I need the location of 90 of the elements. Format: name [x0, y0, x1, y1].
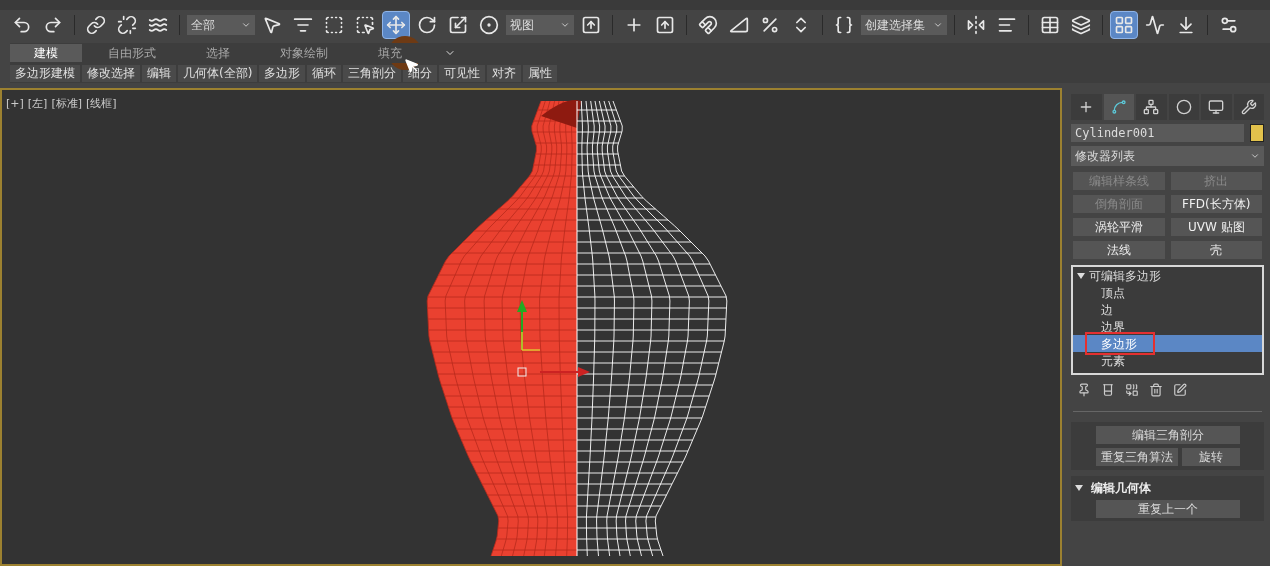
dropdown[interactable]: 创建选择集 — [861, 15, 947, 35]
ribbon-panel-button[interactable]: 三角剖分 — [343, 64, 402, 82]
modifier-list-dropdown[interactable]: 修改器列表 — [1071, 146, 1264, 166]
modifier-button[interactable]: 涡轮平滑 — [1073, 218, 1165, 236]
angle-snap-icon — [729, 15, 749, 35]
viewport-label[interactable]: [线框] — [86, 96, 117, 113]
viewport-label[interactable]: [标准] — [51, 96, 82, 113]
transform-gizmo-drawing[interactable] — [517, 300, 590, 377]
modifier-button[interactable]: FFD(长方体) — [1170, 195, 1262, 213]
curve-box-icon — [1110, 99, 1127, 115]
ribbon-tab[interactable]: 选择 — [182, 44, 254, 62]
curve-icon — [1145, 15, 1165, 35]
monitor-icon — [1208, 99, 1225, 115]
snap-icon — [698, 15, 718, 35]
sub-object-item[interactable]: 边界 — [1073, 318, 1262, 335]
ribbon-panel-button[interactable]: 对齐 — [487, 64, 522, 82]
ribbon-panel-button[interactable]: 编辑 — [142, 64, 176, 82]
highlight-rectangle — [1085, 332, 1155, 355]
link-icon — [86, 15, 106, 35]
plus-tab[interactable] — [1071, 94, 1102, 120]
rollout-button[interactable]: 旋转 — [1181, 448, 1240, 466]
sub-object-item[interactable]: 边 — [1073, 301, 1262, 318]
rollout-button[interactable]: 重复三角算法 — [1095, 448, 1178, 466]
trash-icon[interactable] — [1149, 383, 1163, 397]
hierarchy-tab[interactable] — [1136, 94, 1167, 120]
undo-icon — [12, 15, 32, 35]
object-color-swatch[interactable] — [1250, 124, 1264, 142]
modifier-button[interactable]: UVW 贴图 — [1170, 218, 1262, 236]
ribbon-panel-button[interactable]: 属性 — [523, 64, 558, 82]
sub-object-item[interactable]: 元素 — [1073, 352, 1262, 369]
modifier-button[interactable]: 法线 — [1073, 241, 1165, 259]
modifier-button[interactable]: 壳 — [1170, 241, 1262, 259]
ribbon-panel-button[interactable]: 多边形 — [259, 64, 306, 82]
ribbon-panel-button[interactable]: 修改选择 — [82, 64, 140, 82]
expand-arrow-icon[interactable] — [1075, 484, 1083, 492]
pin-icon[interactable] — [1077, 383, 1091, 397]
rotate-icon — [417, 15, 437, 35]
braces-icon — [834, 15, 854, 35]
monitor-tab[interactable] — [1201, 94, 1232, 120]
download-icon — [1176, 15, 1196, 35]
viewport-label[interactable]: [左] — [27, 96, 48, 113]
caret-icon — [241, 20, 251, 30]
ribbon-panel-button[interactable]: 几何体(全部) — [178, 64, 258, 82]
caret-icon — [560, 20, 570, 30]
rollout-button[interactable]: 编辑三角剖分 — [1095, 426, 1240, 444]
curve-box-tab[interactable] — [1103, 94, 1134, 120]
ribbon-tab[interactable]: 自由形式 — [84, 44, 180, 62]
configure-icon[interactable] — [1173, 383, 1187, 397]
move-button[interactable] — [382, 11, 410, 39]
select-icon — [262, 15, 282, 35]
percent-snap-icon — [760, 15, 780, 35]
ribbon-tab[interactable]: 建模 — [10, 44, 82, 62]
circle-tab[interactable] — [1168, 94, 1199, 120]
viewport[interactable]: [+] [左] [标准] [线框] — [0, 88, 1062, 566]
rollout-button[interactable]: 重复上一个 — [1095, 500, 1240, 518]
rect-selection-icon — [324, 15, 344, 35]
viewport-label[interactable]: [+] — [6, 96, 24, 113]
unlink-icon — [117, 15, 137, 35]
dropdown[interactable]: 全部 — [187, 15, 255, 35]
ribbon-panel-button[interactable]: 可见性 — [439, 64, 486, 82]
dropdown[interactable]: 视图 — [506, 15, 574, 35]
tube-icon[interactable] — [1101, 383, 1115, 397]
caret-icon — [933, 20, 943, 30]
stack-item[interactable]: 可编辑多边形 — [1073, 267, 1262, 284]
wrench-tab[interactable] — [1233, 94, 1264, 120]
table-icon — [1040, 15, 1060, 35]
sub-object-item[interactable]: 顶点 — [1073, 284, 1262, 301]
align-icon — [997, 15, 1017, 35]
object-name-field[interactable]: Cylinder001 — [1071, 124, 1244, 142]
scale-icon — [448, 15, 468, 35]
rollout-header[interactable]: 编辑几何体 — [1075, 479, 1260, 497]
wrench-icon — [1240, 99, 1257, 115]
move-icon — [386, 15, 406, 35]
grid-window-icon — [1114, 15, 1134, 35]
hierarchy-icon — [1143, 99, 1160, 115]
ribbon-panel-button[interactable]: 循环 — [307, 64, 342, 82]
ribbon-tab[interactable]: 填充 — [354, 44, 426, 62]
circle-icon — [1175, 99, 1192, 115]
expand-arrow-icon[interactable] — [1077, 271, 1085, 280]
settings-icon — [1219, 15, 1239, 35]
window-selection-icon — [355, 15, 375, 35]
sub-object-item[interactable]: 多边形 — [1073, 335, 1262, 352]
mirror-icon — [966, 15, 986, 35]
layers-icon — [1071, 15, 1091, 35]
ribbon-tab[interactable]: 对象绘制 — [256, 44, 352, 62]
ribbon-panel-button[interactable]: 多边形建模 — [10, 64, 80, 82]
redo-icon — [43, 15, 63, 35]
caret-icon — [1250, 151, 1260, 161]
waves-icon — [148, 15, 168, 35]
list-icon — [293, 15, 313, 35]
